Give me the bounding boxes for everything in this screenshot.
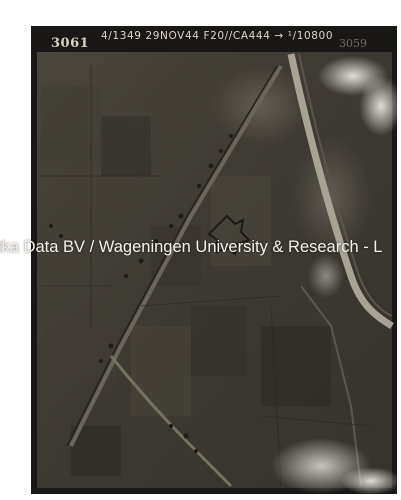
sortie-caption: 4/1349 29NOV44 F20//CA444 → ¹/10800: [101, 30, 334, 42]
copyright-watermark: tka Data BV / Wageningen University & Re…: [0, 238, 383, 256]
aerial-photo-image: [31, 26, 397, 494]
page: 3061 4/1349 29NOV44 F20//CA444 → ¹/10800…: [0, 0, 401, 500]
aerial-photograph: 3061 4/1349 29NOV44 F20//CA444 → ¹/10800…: [31, 26, 397, 494]
frame-number-faint: 3059: [339, 37, 367, 50]
frame-number: 3061: [51, 36, 90, 51]
